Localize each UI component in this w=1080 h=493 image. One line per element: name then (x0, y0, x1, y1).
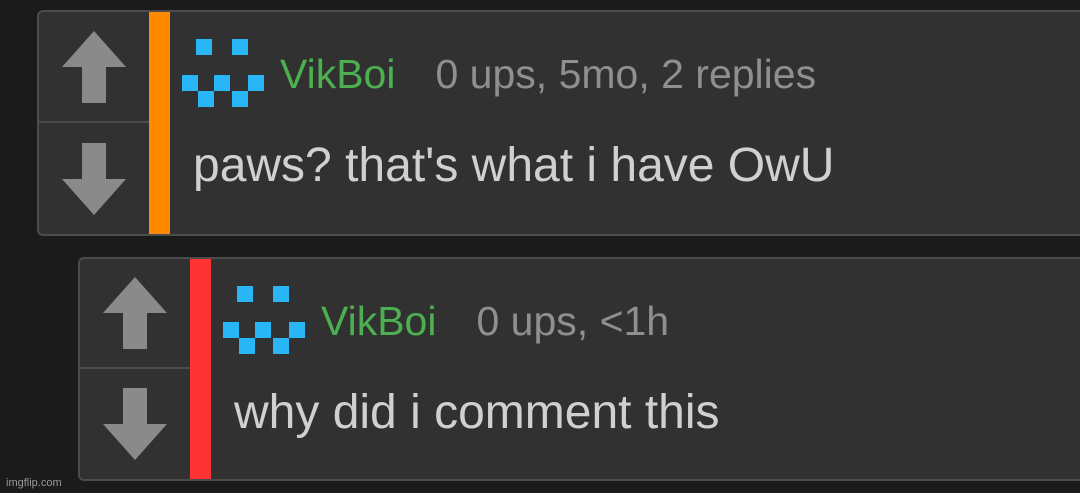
downvote-button[interactable] (80, 369, 190, 479)
vote-column (39, 12, 151, 234)
thread-depth-stripe (149, 12, 170, 234)
arrow-down-icon (103, 388, 167, 460)
vote-column (80, 259, 192, 479)
comment-header: VikBoi 0 ups, <1h (223, 285, 669, 357)
arrow-up-icon (62, 30, 126, 103)
arrow-up-icon (103, 277, 167, 349)
comment-text: paws? that's what i have OwU (193, 139, 835, 192)
comment-2: VikBoi 0 ups, <1h why did i comment this (78, 257, 1080, 481)
comment-meta: 0 ups, 5mo, 2 replies (435, 50, 817, 97)
upvote-button[interactable] (80, 259, 190, 369)
comment-text: why did i comment this (234, 386, 720, 439)
comment-content: VikBoi 0 ups, <1h why did i comment this (211, 259, 1080, 479)
author-link[interactable]: VikBoi (321, 298, 436, 345)
upvote-button[interactable] (39, 12, 149, 123)
comment-1: VikBoi 0 ups, 5mo, 2 replies paws? that'… (37, 10, 1080, 236)
thread-depth-stripe (190, 259, 211, 479)
watermark: imgflip.com (6, 477, 62, 489)
author-link[interactable]: VikBoi (280, 51, 395, 98)
downvote-button[interactable] (39, 123, 149, 234)
arrow-down-icon (62, 142, 126, 215)
comment-content: VikBoi 0 ups, 5mo, 2 replies paws? that'… (170, 12, 1080, 234)
comment-header: VikBoi 0 ups, 5mo, 2 replies (182, 38, 816, 110)
avatar[interactable] (182, 39, 266, 109)
comment-meta: 0 ups, <1h (476, 297, 670, 344)
avatar[interactable] (223, 286, 307, 356)
